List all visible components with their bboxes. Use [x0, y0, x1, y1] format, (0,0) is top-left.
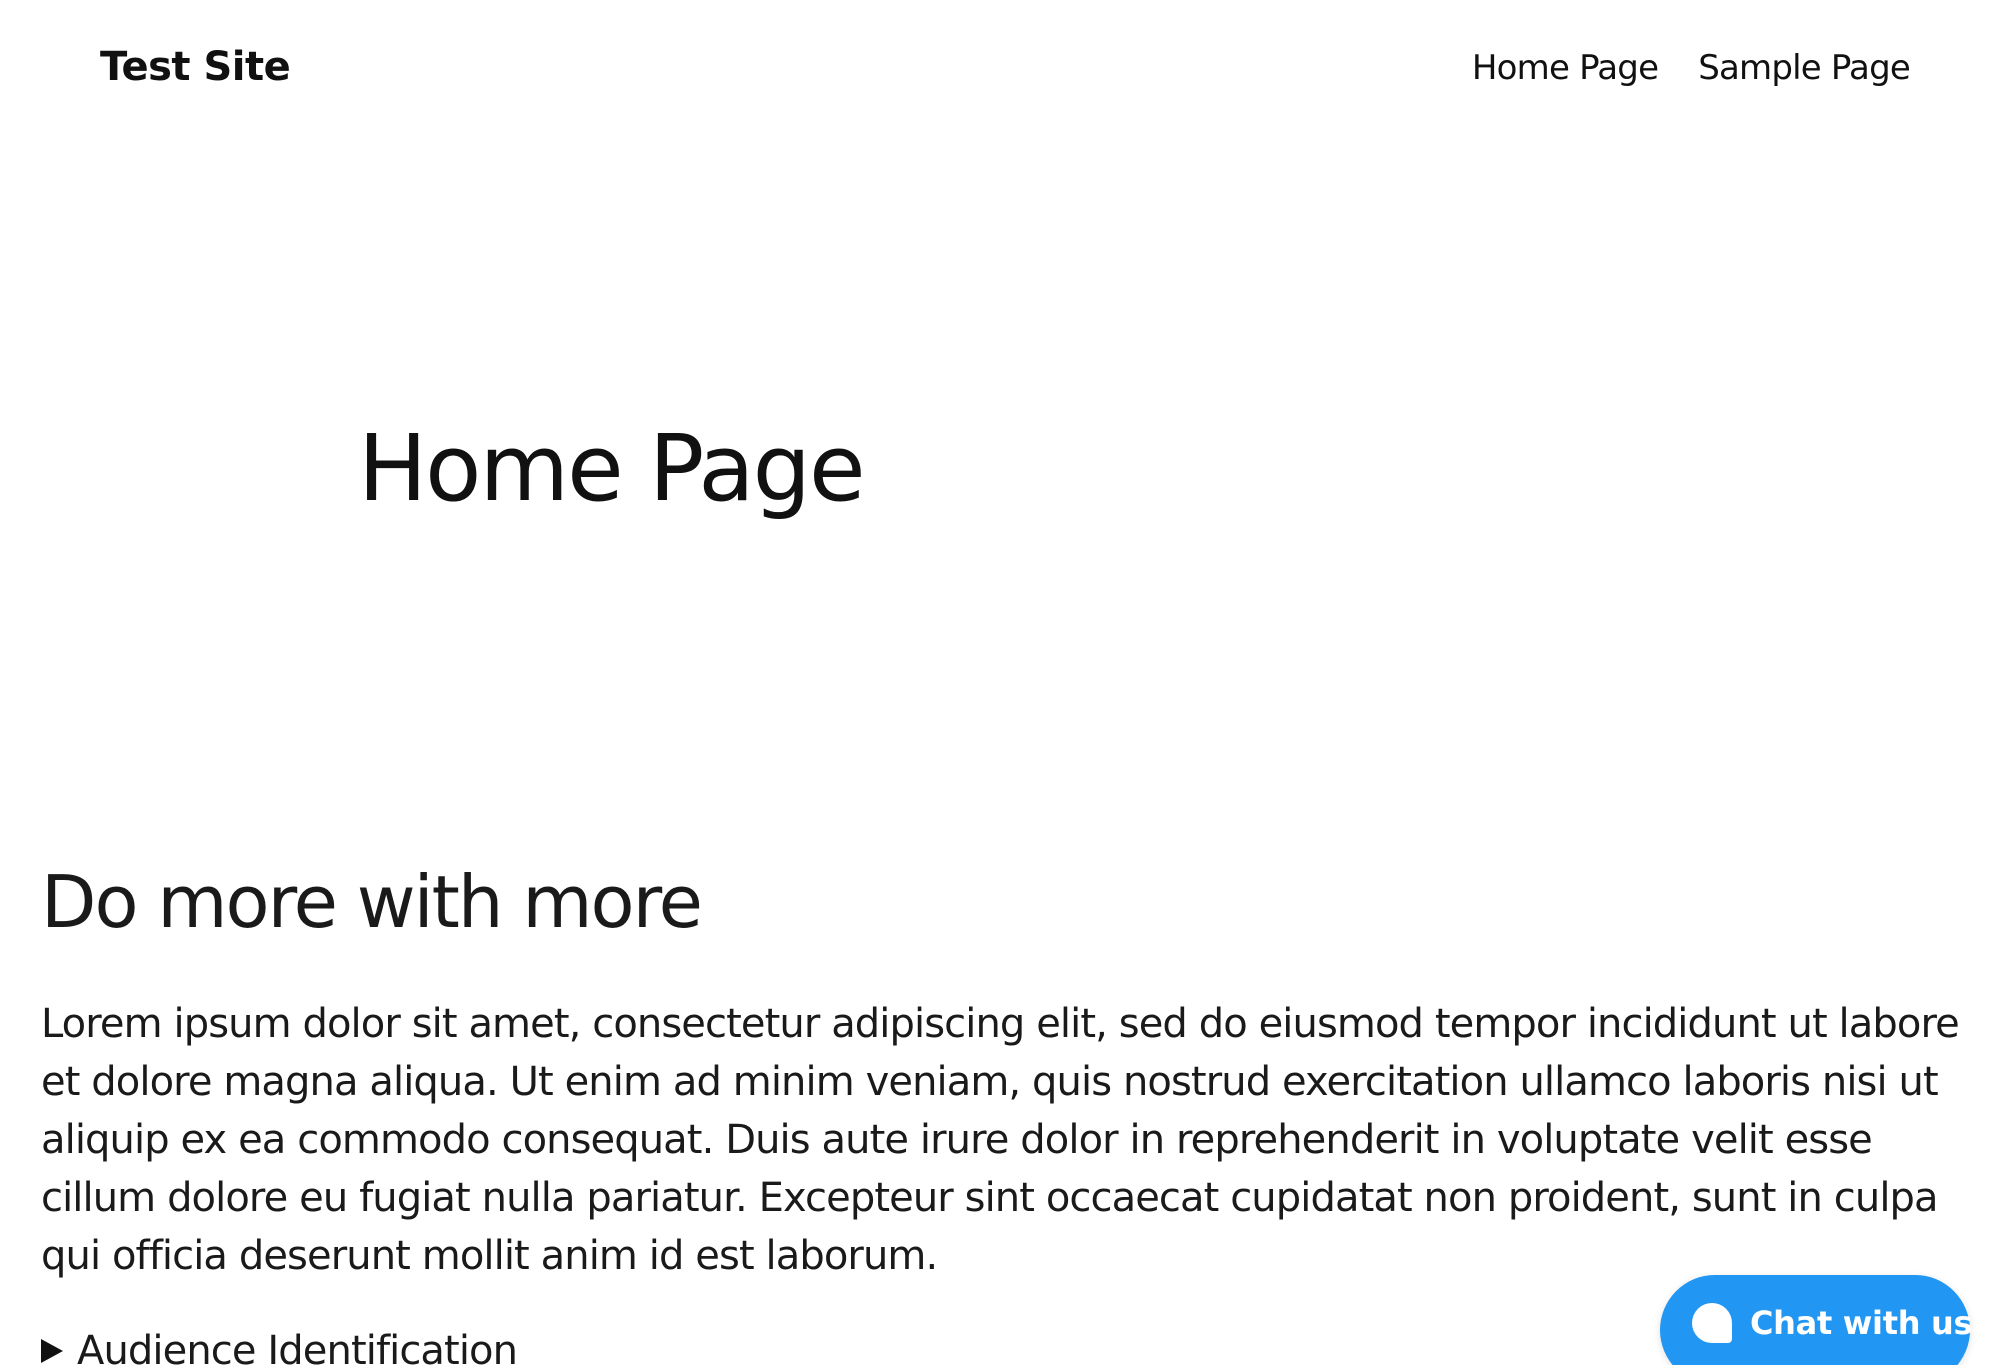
disclosure-triangle-icon [41, 1339, 63, 1363]
site-title-link[interactable]: Test Site [100, 44, 291, 90]
body-paragraph: Lorem ipsum dolor sit amet, consectetur … [41, 1001, 1960, 1279]
section-heading: Do more with more [41, 860, 703, 944]
chat-with-us-button[interactable]: Chat with us [1660, 1275, 1973, 1365]
chat-bubble-icon [1692, 1303, 1732, 1343]
chat-button-label: Chat with us [1750, 1304, 1973, 1342]
page: Test Site Home Page Sample Page Home Pag… [0, 0, 2010, 1365]
page-title: Home Page [358, 415, 866, 522]
site-header: Test Site Home Page Sample Page [0, 0, 2010, 140]
details-summary-label: Audience Identification [77, 1328, 518, 1365]
site-nav: Home Page Sample Page [1472, 48, 1911, 88]
details-audience-identification[interactable]: Audience Identification [41, 1328, 518, 1365]
nav-link-home-page[interactable]: Home Page [1472, 48, 1659, 88]
nav-link-sample-page[interactable]: Sample Page [1698, 48, 1911, 88]
